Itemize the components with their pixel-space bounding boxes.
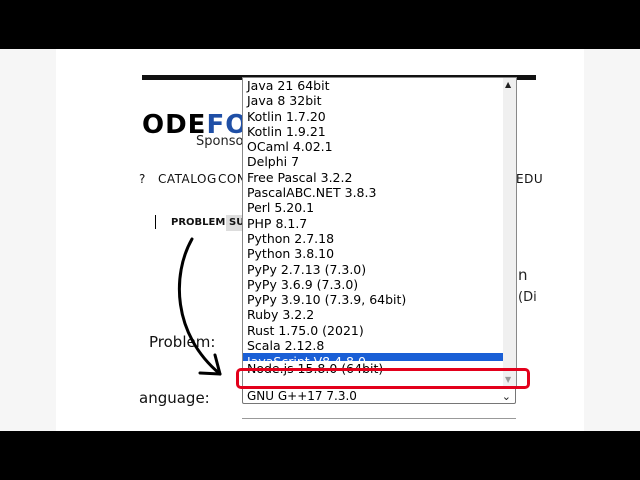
logo-tagline: Sponso bbox=[196, 134, 244, 149]
side-text-2: (Di bbox=[518, 290, 537, 305]
letterbox-top bbox=[0, 0, 640, 49]
page: ODEFOR Sponso ? CATALOG CONT EDU PROBLEM… bbox=[0, 49, 640, 431]
curved-arrow-annotation bbox=[177, 237, 222, 376]
language-option[interactable]: Kotlin 1.9.21 bbox=[243, 124, 505, 139]
language-select-value: GNU G++17 7.3.0 bbox=[247, 389, 357, 403]
language-option[interactable]: Python 2.7.18 bbox=[243, 231, 505, 246]
dropdown-scrollbar[interactable]: ▲ ▼ bbox=[503, 78, 516, 386]
letterbox-bottom bbox=[0, 431, 640, 480]
highlight-annotation-box bbox=[236, 368, 530, 389]
language-option[interactable]: Java 21 64bit bbox=[243, 78, 505, 93]
language-select[interactable]: GNU G++17 7.3.0 ⌄ bbox=[242, 387, 516, 404]
language-option[interactable]: PyPy 3.6.9 (7.3.0) bbox=[243, 277, 505, 292]
language-option[interactable]: Free Pascal 3.2.2 bbox=[243, 170, 505, 185]
language-option[interactable]: PyPy 2.7.13 (7.3.0) bbox=[243, 262, 505, 277]
language-option[interactable]: Ruby 3.2.2 bbox=[243, 307, 505, 322]
language-option[interactable]: Kotlin 1.7.20 bbox=[243, 109, 505, 124]
scroll-up-icon[interactable]: ▲ bbox=[505, 80, 511, 89]
nav-item-edu[interactable]: EDU bbox=[516, 172, 543, 186]
source-field-top-edge bbox=[242, 418, 516, 419]
language-option[interactable]: OCaml 4.02.1 bbox=[243, 139, 505, 154]
nav-item-partial[interactable]: ? bbox=[139, 172, 146, 186]
language-option[interactable]: PHP 8.1.7 bbox=[243, 216, 505, 231]
language-option[interactable]: Python 3.8.10 bbox=[243, 246, 505, 261]
language-dropdown-list[interactable]: Java 21 64bit Java 8 32bit Kotlin 1.7.20… bbox=[242, 77, 517, 387]
language-option[interactable]: Rust 1.75.0 (2021) bbox=[243, 323, 505, 338]
language-option[interactable]: PascalABC.NET 3.8.3 bbox=[243, 185, 505, 200]
language-option-selected[interactable]: JavaScript V8 4.8.0 bbox=[243, 353, 505, 362]
language-option[interactable]: Scala 2.12.8 bbox=[243, 338, 505, 353]
language-option[interactable]: Delphi 7 bbox=[243, 154, 505, 169]
nav-item-catalog[interactable]: CATALOG bbox=[158, 172, 217, 186]
language-option[interactable]: Java 8 32bit bbox=[243, 93, 505, 108]
side-text-1: n bbox=[518, 266, 528, 284]
language-option[interactable]: Perl 5.20.1 bbox=[243, 200, 505, 215]
language-option[interactable]: PyPy 3.9.10 (7.3.9, 64bit) bbox=[243, 292, 505, 307]
subnav-problems[interactable]: PROBLEMS bbox=[171, 217, 233, 228]
language-label: anguage: bbox=[139, 389, 210, 407]
chevron-down-icon: ⌄ bbox=[501, 390, 511, 403]
subnav-separator bbox=[155, 215, 156, 229]
